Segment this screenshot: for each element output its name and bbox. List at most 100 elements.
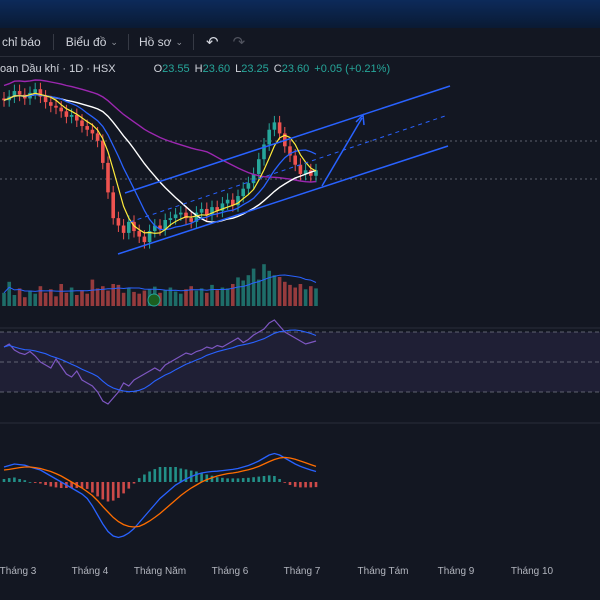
candle-body [298,164,303,174]
macd-histogram-bar [252,477,255,482]
candle-body [277,122,282,134]
candle-body [69,115,74,117]
macd-histogram-bar [23,480,27,482]
volume-bar [163,290,167,306]
candle-body [168,218,173,220]
volume-bar [59,284,63,306]
volume-bar [43,292,48,306]
volume-bar [38,286,43,306]
candle-body [142,236,147,243]
macd-histogram-bar [143,474,146,482]
volume-bar [199,288,204,306]
channel-mid-line [129,115,446,223]
macd-histogram-bar [163,467,167,482]
candle-body [121,225,126,233]
macd-histogram-bar [117,482,120,498]
macd-histogram-bar [267,475,271,482]
ma-mid-line [3,94,317,231]
volume-bar [54,296,58,306]
macd-histogram-bar [221,477,224,482]
volume-bar [251,268,256,306]
macd-histogram-bar [54,482,58,488]
volume-bar [142,290,147,306]
macd-histogram-bar [132,482,136,484]
volume-bar [28,290,32,306]
x-tick-label: Tháng 7 [283,566,321,577]
volume-bar [194,290,199,306]
candle-body [241,188,245,197]
candle-body [205,208,209,215]
x-tick-label: Tháng 3 [0,566,37,577]
price-chart[interactable] [0,0,600,560]
volume-bar [314,288,318,306]
candle-body [90,129,95,134]
macd-histogram-bar [148,471,151,482]
volume-bar [64,292,69,306]
volume-bar [293,287,297,306]
volume-bar [75,295,79,306]
candle-body [17,91,22,95]
macd-histogram-bar [262,476,266,482]
candle-body [95,133,100,141]
candle-body [225,199,230,204]
volume-bar [179,293,183,306]
candle-body [49,102,53,106]
volume-bar [184,289,188,306]
channel-lower-line [117,145,449,255]
candle-body [111,192,115,219]
candle-body [80,120,84,127]
macd-histogram-bar [174,467,177,482]
volume-bar [132,291,136,306]
earnings-marker [147,293,161,307]
volume-bar [80,290,84,306]
volume-bar [267,270,271,306]
volume-bar [262,264,266,306]
macd-histogram-bar [137,478,141,482]
x-tick-label: Tháng 4 [71,566,109,577]
volume-bar [220,287,225,306]
ma-fast-line [3,92,317,234]
candle-body [64,111,69,117]
candle-body [189,218,193,222]
volume-bar [106,290,110,306]
candle-body [179,212,183,215]
candle-body [272,122,277,130]
volume-bar [246,275,251,306]
volume-bar [12,295,17,306]
candle-body [116,218,121,226]
volume-bar [236,277,240,306]
volume-bar [90,279,95,306]
macd-histogram-bar [49,482,53,487]
volume-bar [127,288,131,306]
volume-bar [210,284,214,306]
candle-body [43,96,48,103]
x-tick-label: Tháng Năm [133,566,187,577]
candle-body [293,155,297,165]
macd-histogram-bar [241,478,245,482]
volume-bar [121,292,126,306]
volume-bar [215,290,219,306]
macd-histogram-bar [314,482,318,488]
macd-histogram-bar [7,478,11,482]
volume-bar [137,293,141,306]
macd-histogram-bar [288,482,292,485]
volume-bar [277,276,282,306]
macd-histogram-bar [257,476,261,482]
volume-bar [173,291,178,306]
volume-bar [189,286,193,306]
volume-bar [257,279,261,306]
macd-histogram-bar [283,482,287,483]
volume-bar [33,293,37,306]
x-tick-label: Tháng 6 [211,566,249,577]
macd-histogram-bar [127,482,131,489]
x-tick-label: Tháng 10 [510,566,554,577]
candle-body [59,107,63,112]
macd-histogram-bar [226,478,229,482]
macd-histogram-bar [236,478,240,482]
candle-body [33,89,37,93]
macd-histogram-bar [304,482,307,488]
macd-line [3,452,317,539]
candle-body [101,140,105,163]
volume-bar [225,288,230,306]
volume-bar [85,293,89,306]
